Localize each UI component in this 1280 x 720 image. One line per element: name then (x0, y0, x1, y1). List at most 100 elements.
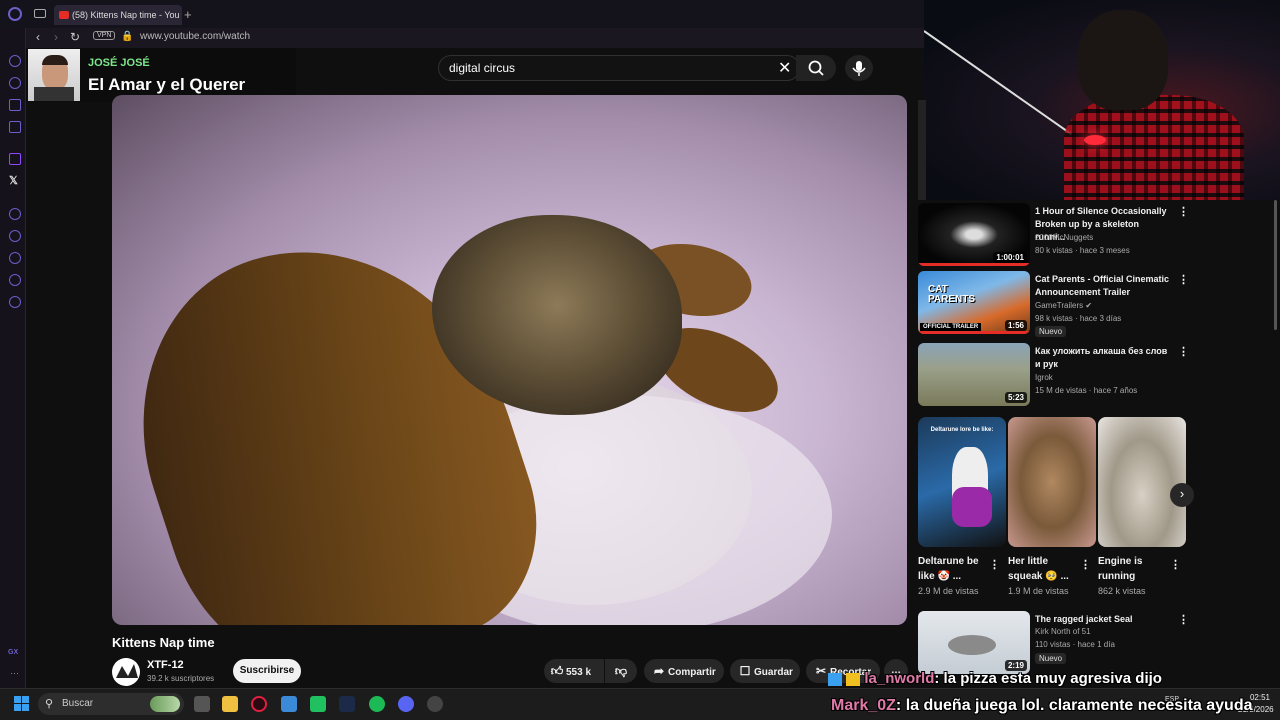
opera-logo-icon[interactable] (8, 7, 22, 21)
kebab-menu-icon[interactable]: ⋮ (1080, 558, 1091, 571)
recommendation-thumbnail[interactable]: CAT PARENTS OFFICIAL TRAILER 1:56 (918, 271, 1030, 334)
kebab-menu-icon[interactable]: ⋮ (1178, 345, 1189, 358)
kebab-menu-icon[interactable]: ⋮ (1178, 273, 1189, 286)
url-field[interactable]: www.youtube.com/watch (140, 31, 250, 42)
sidebar-history-icon[interactable] (9, 252, 21, 264)
sidebar-settings-icon[interactable] (9, 296, 21, 308)
steam-icon[interactable] (339, 696, 355, 712)
sidebar-twitch-icon[interactable] (9, 153, 21, 165)
browser-tab-active[interactable]: (58) Kittens Nap time - You (54, 5, 182, 25)
sidebar-messenger-icon[interactable] (9, 121, 21, 133)
short-title[interactable]: Deltarune be like 🤡 ... (918, 554, 988, 584)
like-button[interactable]: 👍︎ 553 k (544, 659, 604, 683)
browser-sidebar: 𝕏 GX ⋯ (0, 28, 26, 688)
save-label: Guardar (754, 667, 793, 678)
chat-text: : la dueña juega lol. claramente necesit… (895, 697, 1253, 714)
channel-name[interactable]: XTF-12 (147, 659, 184, 671)
seal-figure (948, 635, 996, 655)
search-button[interactable] (796, 55, 836, 81)
new-tab-button[interactable]: + (184, 7, 192, 22)
short-views: 862 k vistas (1098, 586, 1146, 596)
video-duration: 1:56 (1004, 320, 1027, 331)
spotify-icon[interactable] (369, 696, 385, 712)
voice-search-button[interactable] (845, 55, 873, 81)
cat-parents-logo: CAT PARENTS (928, 284, 976, 305)
thumbs-down-icon: 👎︎ (614, 664, 628, 678)
recommendation-thumbnail[interactable]: 2:19 (918, 611, 1030, 674)
short-thumbnail[interactable]: Deltarune lore be like: (918, 417, 1006, 547)
recommendation-title[interactable]: The ragged jacket Seal (1035, 613, 1170, 626)
short-thumbnail[interactable] (1098, 417, 1186, 547)
tab-title: (58) Kittens Nap time - You (72, 10, 180, 20)
save-button[interactable]: ☐ Guardar (730, 659, 800, 683)
streamlabs-icon[interactable] (310, 696, 326, 712)
video-title: Kittens Nap time (112, 635, 215, 650)
chat-message: Mark_0Z: la dueña juega lol. claramente … (831, 697, 1253, 715)
vpn-badge[interactable]: VPN (93, 31, 116, 40)
channel-logo-icon (116, 664, 138, 678)
short-character-scarf (952, 487, 992, 527)
short-thumbnail[interactable] (1008, 417, 1096, 547)
watch-progress-bar (918, 331, 1030, 334)
album-art-image (28, 49, 80, 101)
watch-progress-bar (918, 263, 1030, 266)
share-icon: ➦ (653, 664, 665, 678)
channel-avatar[interactable] (112, 658, 140, 686)
obs-icon[interactable] (427, 696, 443, 712)
recommendation-channel[interactable]: Kirk North of 51 (1035, 627, 1091, 636)
webcam-cable (924, 30, 1073, 136)
now-playing-song: El Amar y el Querer (88, 75, 246, 94)
chat-message: la_nworld: la pizza esta muy agresiva di… (828, 670, 1162, 687)
kebab-menu-icon[interactable]: ⋮ (1178, 205, 1189, 218)
thumbs-up-icon: 👍︎ (550, 664, 564, 678)
recommendation-thumbnail[interactable]: 5:23 (918, 343, 1030, 406)
shorts-next-button[interactable]: › (1170, 483, 1194, 507)
reload-icon[interactable]: ↻ (70, 30, 80, 44)
opera-gx-taskbar-icon[interactable] (251, 696, 267, 712)
sidebar-more-icon[interactable]: ⋯ (10, 668, 19, 679)
task-view-icon[interactable] (194, 696, 210, 712)
discord-icon[interactable] (398, 696, 414, 712)
forward-arrow-icon[interactable]: › (54, 30, 58, 44)
subscribe-button[interactable]: Suscribirse (233, 659, 301, 683)
short-caption: Deltarune lore be like: (930, 427, 994, 433)
windows-start-icon[interactable] (14, 696, 30, 712)
file-explorer-icon[interactable] (222, 696, 238, 712)
sidebar-play-icon[interactable] (9, 208, 21, 220)
tab-islands-icon[interactable] (34, 9, 46, 18)
back-arrow-icon[interactable]: ‹ (36, 30, 40, 44)
kebab-menu-icon[interactable]: ⋮ (1178, 613, 1189, 626)
sidebar-player-icon[interactable] (9, 77, 21, 89)
new-badge: Nuevo (1035, 326, 1067, 337)
sidebar-bookmark-icon[interactable] (9, 230, 21, 242)
webcam-overlay (924, 0, 1280, 200)
recommendation-channel[interactable]: Igrok (1035, 373, 1053, 382)
recommendation-title[interactable]: Как уложить алкаша без слов и рук (1035, 345, 1170, 371)
streamer-figure (1064, 10, 1244, 200)
clear-search-icon[interactable]: ✕ (778, 58, 791, 78)
sidebar-gx-corner-icon[interactable] (9, 55, 21, 67)
search-icon: ⚲ (45, 698, 54, 710)
recommendation-thumbnail[interactable]: 1:00:01 (918, 203, 1030, 266)
short-title[interactable]: Engine is running (1098, 554, 1168, 584)
chat-username: la_nworld (864, 670, 935, 687)
scrollbar-thumb[interactable] (1274, 200, 1277, 330)
kebab-menu-icon[interactable]: ⋮ (989, 558, 1000, 571)
share-button[interactable]: ➦ Compartir (644, 659, 724, 683)
recommendation-channel[interactable]: GameTrailers ✔ (1035, 301, 1092, 310)
notepad-icon[interactable] (281, 696, 297, 712)
short-views: 1.9 M de vistas (1008, 586, 1069, 596)
dislike-button[interactable]: 👎︎ (605, 659, 637, 683)
sidebar-gx-label: GX (8, 649, 19, 656)
recommendation-title[interactable]: Cat Parents - Official Cinematic Announc… (1035, 273, 1170, 299)
sidebar-x-icon[interactable]: 𝕏 (9, 174, 18, 187)
lock-icon[interactable]: 🔒 (121, 31, 133, 42)
sidebar-extensions-icon[interactable] (9, 274, 21, 286)
short-title[interactable]: Her little squeak 🥺 ... (1008, 554, 1078, 584)
video-player[interactable] (112, 95, 907, 625)
search-highlight-image (150, 696, 180, 712)
sidebar-ai-icon[interactable] (9, 99, 21, 111)
kebab-menu-icon[interactable]: ⋮ (1170, 558, 1181, 571)
search-input[interactable]: digital circus (438, 55, 800, 81)
recommendation-channel[interactable]: 2000McNuggets (1035, 233, 1093, 242)
